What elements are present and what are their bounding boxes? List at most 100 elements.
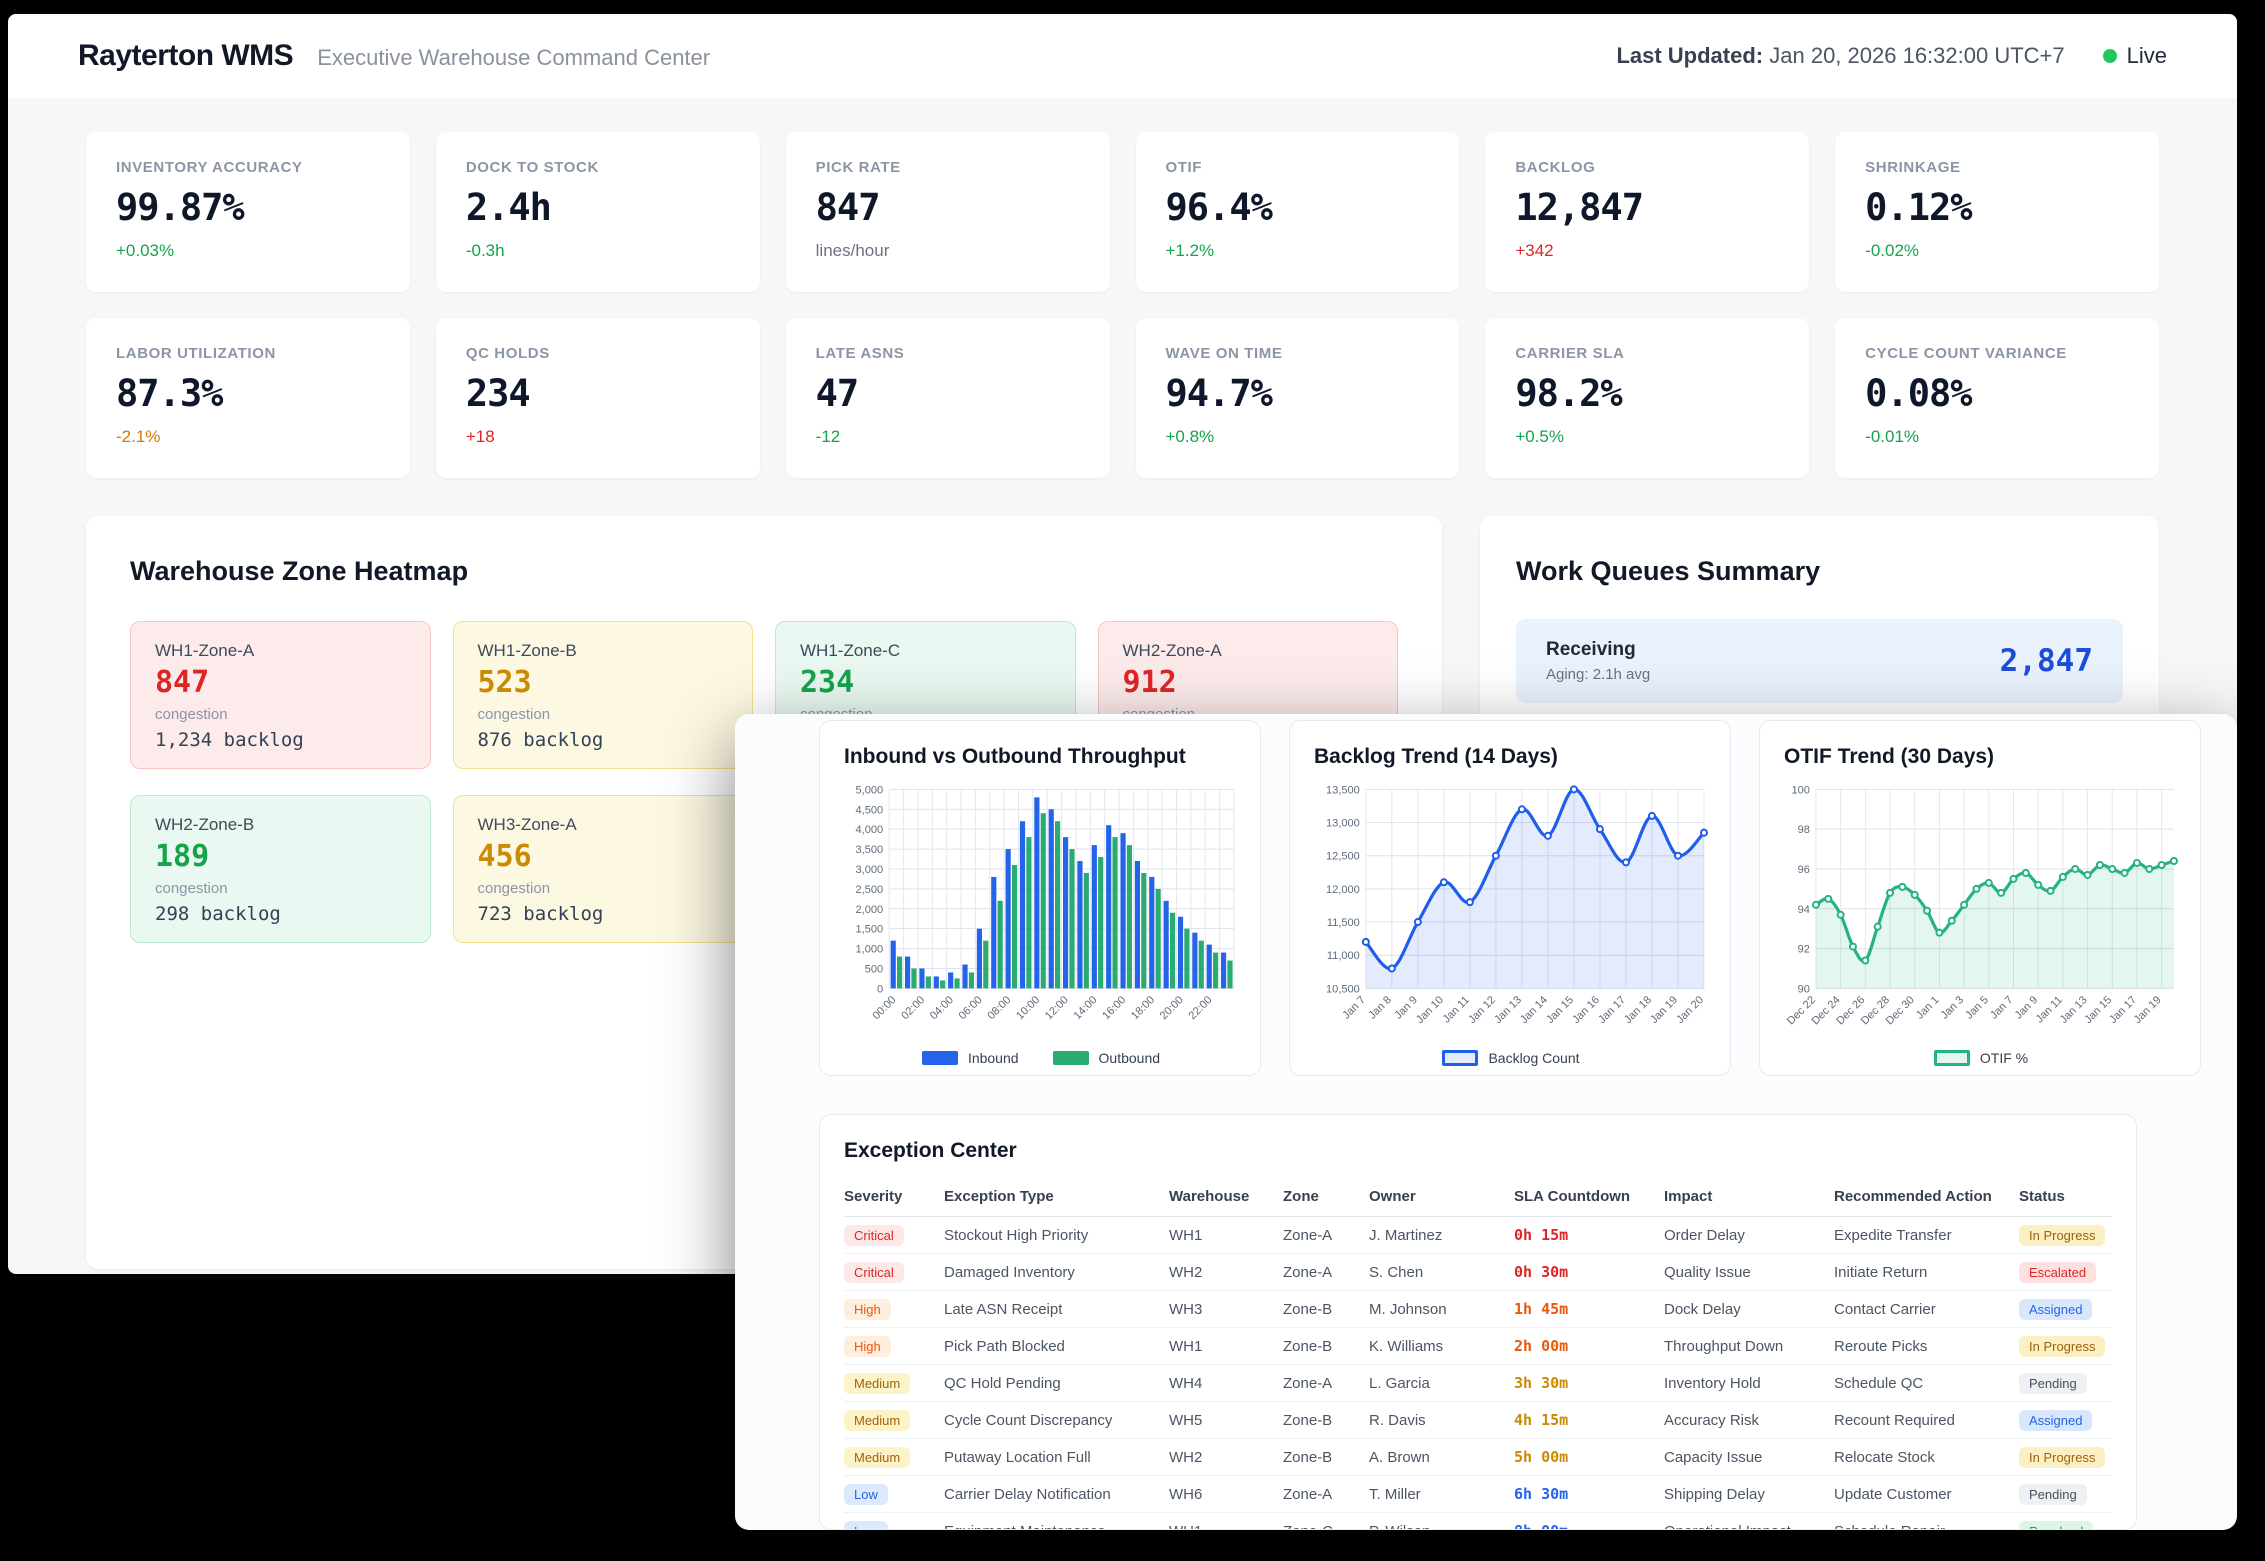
zone-card[interactable]: WH2-Zone-B 189 congestion 298 backlog — [130, 795, 431, 943]
warehouse-cell: WH2 — [1169, 1439, 1283, 1476]
column-header: Impact — [1664, 1179, 1834, 1217]
sla-countdown: 4h 15m — [1514, 1402, 1664, 1439]
kpi-card: OTIF 96.4% +1.2% — [1136, 132, 1460, 292]
exception-row[interactable]: LowEquipment MaintenanceWH1Zone-CP. Wils… — [844, 1513, 2112, 1531]
impact-cell: Dock Delay — [1664, 1291, 1834, 1328]
kpi-card: INVENTORY ACCURACY 99.87% +0.03% — [86, 132, 410, 292]
kpi-delta: -12 — [816, 427, 1080, 447]
kpi-label: QC HOLDS — [466, 345, 730, 362]
queue-list: Receiving Aging: 2.1h avg 2,847 — [1516, 619, 2123, 703]
exception-row[interactable]: HighLate ASN ReceiptWH3Zone-BM. Johnson1… — [844, 1291, 2112, 1328]
svg-text:92: 92 — [1798, 944, 1810, 956]
kpi-delta: -2.1% — [116, 427, 380, 447]
svg-text:Jan 17: Jan 17 — [1596, 994, 1628, 1026]
kpi-label: DOCK TO STOCK — [466, 159, 730, 176]
owner-cell: J. Martinez — [1369, 1217, 1514, 1254]
chart-card: Inbound vs Outbound Throughput 05001,000… — [819, 720, 1261, 1076]
zone-card[interactable]: WH3-Zone-A 456 congestion 723 backlog — [453, 795, 754, 943]
exception-type: Damaged Inventory — [944, 1254, 1169, 1291]
exception-row[interactable]: LowCarrier Delay NotificationWH6Zone-AT.… — [844, 1476, 2112, 1513]
status-badge: In Progress — [2019, 1328, 2112, 1365]
exception-table-header-row: SeverityException TypeWarehouseZoneOwner… — [844, 1179, 2112, 1217]
warehouse-cell: WH1 — [1169, 1217, 1283, 1254]
exception-row[interactable]: MediumPutaway Location FullWH2Zone-BA. B… — [844, 1439, 2112, 1476]
impact-cell: Order Delay — [1664, 1217, 1834, 1254]
owner-cell: R. Davis — [1369, 1402, 1514, 1439]
svg-text:00:00: 00:00 — [870, 994, 898, 1022]
svg-text:Jan 16: Jan 16 — [1570, 994, 1602, 1026]
exception-row[interactable]: MediumQC Hold PendingWH4Zone-AL. Garcia3… — [844, 1365, 2112, 1402]
chart-plot: 05001,0001,5002,0002,5003,0003,5004,0004… — [844, 779, 1238, 1050]
kpi-delta: +18 — [466, 427, 730, 447]
kpi-delta: -0.01% — [1865, 427, 2129, 447]
work-queues-title: Work Queues Summary — [1516, 556, 2123, 587]
zone-name: WH2-Zone-A — [1123, 641, 1374, 661]
svg-text:Jan 10: Jan 10 — [1414, 994, 1446, 1026]
zone-congestion-value: 234 — [800, 665, 1051, 700]
exception-row[interactable]: HighPick Path BlockedWH1Zone-BK. William… — [844, 1328, 2112, 1365]
svg-text:02:00: 02:00 — [899, 994, 927, 1022]
zone-card[interactable]: WH1-Zone-A 847 congestion 1,234 backlog — [130, 621, 431, 769]
legend-swatch-icon — [1053, 1051, 1089, 1065]
warehouse-cell: WH1 — [1169, 1328, 1283, 1365]
chart-legend: OTIF % — [1784, 1050, 2178, 1066]
svg-text:Jan 15: Jan 15 — [1544, 994, 1576, 1026]
chart-svg: 05001,0001,5002,0002,5003,0003,5004,0004… — [844, 779, 1240, 1045]
warehouse-cell: WH4 — [1169, 1365, 1283, 1402]
svg-text:Jan 14: Jan 14 — [1518, 994, 1550, 1026]
column-header: Status — [2019, 1179, 2112, 1217]
work-queue-row[interactable]: Receiving Aging: 2.1h avg 2,847 — [1516, 619, 2123, 703]
status-badge: In Progress — [2019, 1217, 2112, 1254]
action-cell: Expedite Transfer — [1834, 1217, 2019, 1254]
kpi-delta: +0.8% — [1166, 427, 1430, 447]
svg-text:12,000: 12,000 — [1326, 884, 1360, 896]
brand: Rayterton WMS Executive Warehouse Comman… — [78, 39, 710, 73]
svg-text:3,500: 3,500 — [856, 844, 884, 856]
sla-countdown: 2h 00m — [1514, 1328, 1664, 1365]
owner-cell: L. Garcia — [1369, 1365, 1514, 1402]
kpi-value: 98.2% — [1515, 372, 1779, 415]
svg-text:08:00: 08:00 — [985, 994, 1013, 1022]
kpi-delta: +342 — [1515, 241, 1779, 261]
zone-card[interactable]: WH1-Zone-B 523 congestion 876 backlog — [453, 621, 754, 769]
svg-text:13,000: 13,000 — [1326, 818, 1360, 830]
legend-item: Outbound — [1053, 1050, 1161, 1066]
legend-item: Inbound — [922, 1050, 1019, 1066]
live-status: Live — [2103, 43, 2167, 69]
kpi-label: SHRINKAGE — [1865, 159, 2129, 176]
zone-congestion-value: 523 — [478, 665, 729, 700]
kpi-label: CYCLE COUNT VARIANCE — [1865, 345, 2129, 362]
zone-congestion-label: congestion — [155, 706, 406, 723]
column-header: Zone — [1283, 1179, 1369, 1217]
zone-cell: Zone-A — [1283, 1217, 1369, 1254]
exception-row[interactable]: CriticalDamaged InventoryWH2Zone-AS. Che… — [844, 1254, 2112, 1291]
owner-cell: S. Chen — [1369, 1254, 1514, 1291]
exception-row[interactable]: MediumCycle Count DiscrepancyWH5Zone-BR.… — [844, 1402, 2112, 1439]
column-header: Recommended Action — [1834, 1179, 2019, 1217]
zone-backlog: 298 backlog — [155, 903, 406, 925]
kpi-card: CYCLE COUNT VARIANCE 0.08% -0.01% — [1835, 318, 2159, 478]
chart-plot: 10,50011,00011,50012,00012,50013,00013,5… — [1314, 779, 1708, 1050]
severity-badge: High — [844, 1328, 944, 1365]
svg-text:Jan 3: Jan 3 — [1939, 994, 1967, 1022]
status-badge: Resolved — [2019, 1513, 2112, 1531]
svg-text:100: 100 — [1791, 784, 1809, 796]
heatmap-title: Warehouse Zone Heatmap — [130, 556, 1398, 587]
kpi-delta: -0.3h — [466, 241, 730, 261]
column-header: Warehouse — [1169, 1179, 1283, 1217]
zone-cell: Zone-B — [1283, 1439, 1369, 1476]
exception-row[interactable]: CriticalStockout High PriorityWH1Zone-AJ… — [844, 1217, 2112, 1254]
kpi-label: LATE ASNS — [816, 345, 1080, 362]
owner-cell: T. Miller — [1369, 1476, 1514, 1513]
chart-plot: 9092949698100Dec 22Dec 24Dec 26Dec 28Dec… — [1784, 779, 2178, 1050]
legend-label: OTIF % — [1980, 1050, 2028, 1066]
action-cell: Schedule QC — [1834, 1365, 2019, 1402]
zone-name: WH2-Zone-B — [155, 815, 406, 835]
queue-name: Receiving — [1546, 639, 1650, 661]
exception-type: Carrier Delay Notification — [944, 1476, 1169, 1513]
kpi-value: 87.3% — [116, 372, 380, 415]
kpi-label: OTIF — [1166, 159, 1430, 176]
zone-cell: Zone-B — [1283, 1402, 1369, 1439]
exception-type: Late ASN Receipt — [944, 1291, 1169, 1328]
sla-countdown: 0h 15m — [1514, 1217, 1664, 1254]
